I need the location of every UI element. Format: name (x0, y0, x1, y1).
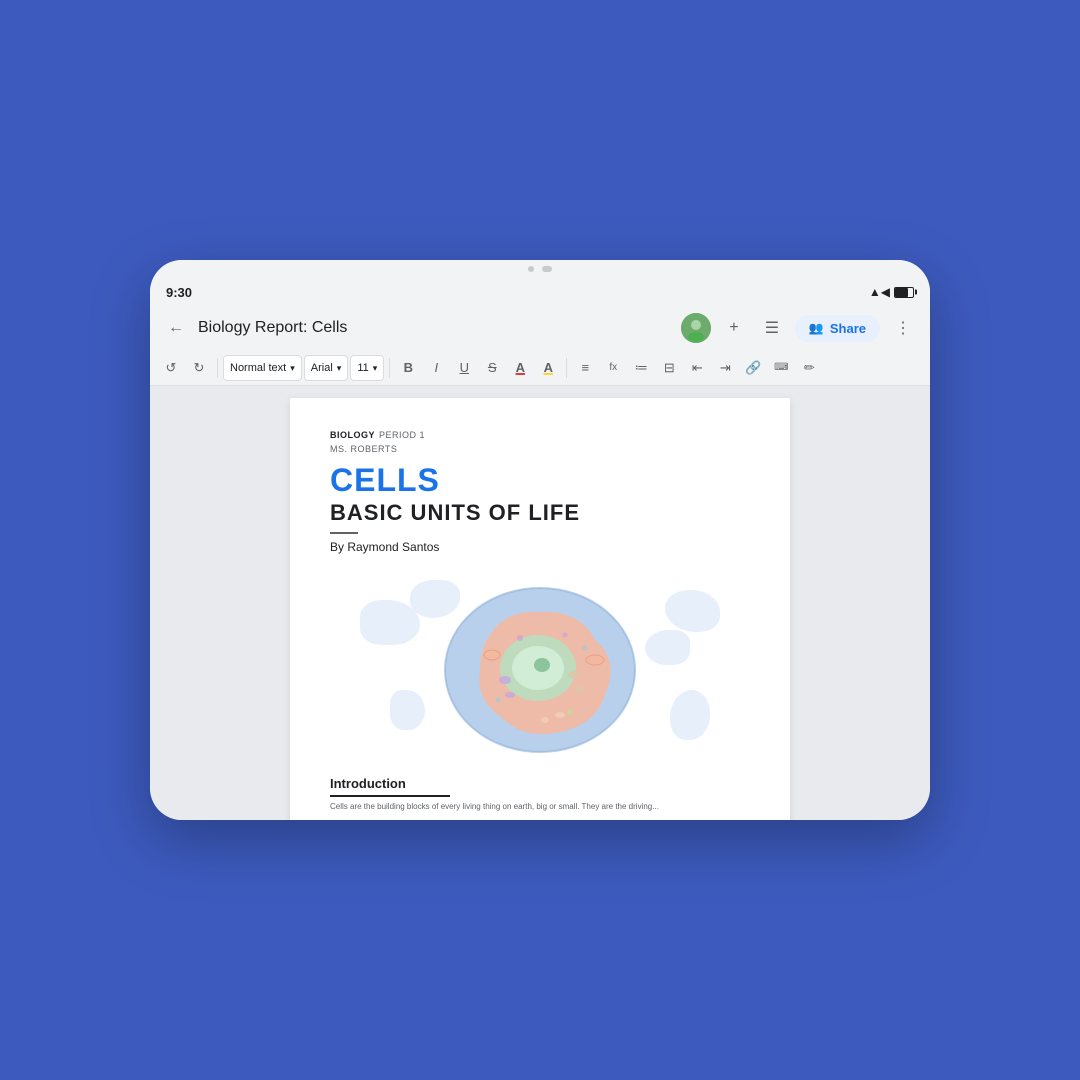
cell-diagram-svg (430, 570, 650, 755)
text-color-button[interactable]: A (507, 355, 533, 381)
back-arrow-icon: ← (168, 319, 184, 337)
doc-main-title: CELLS (330, 464, 750, 496)
toolbar-divider-2 (389, 358, 390, 378)
strikethrough-button[interactable]: S (479, 355, 505, 381)
text-color-icon: A (516, 360, 525, 375)
status-time: 9:30 (166, 285, 192, 300)
document-title: Biology Report: Cells (198, 319, 673, 337)
document-page: BIOLOGY PERIOD 1 MS. ROBERTS CELLS BASIC… (290, 398, 790, 820)
indent-increase-icon: ⇥ (720, 360, 731, 376)
pen-icon: ✏ (804, 360, 815, 376)
doc-metadata-row: BIOLOGY PERIOD 1 (330, 430, 750, 440)
font-select[interactable]: Arial (304, 355, 349, 381)
toolbar-divider-1 (217, 358, 218, 378)
align-icon: ≡ (581, 360, 589, 375)
bullet-list-icon: ≔ (635, 360, 648, 376)
avatar-image (681, 313, 711, 343)
battery-fill (895, 288, 908, 297)
italic-button[interactable]: I (423, 355, 449, 381)
toolbar-divider-3 (566, 358, 567, 378)
chevron-down-icon-2 (337, 362, 342, 374)
highlight-button[interactable]: A (535, 355, 561, 381)
align-button[interactable]: ≡ (572, 355, 598, 381)
chevron-down-icon (290, 362, 295, 374)
text-style-select[interactable]: Normal text (223, 355, 302, 381)
wifi-icon: ▲◀ (869, 285, 890, 299)
link-button[interactable]: 🔗 (740, 355, 766, 381)
more-vertical-icon: ⋮ (895, 318, 911, 338)
indent-decrease-icon: ⇤ (692, 360, 703, 376)
chevron-down-icon-3 (373, 362, 378, 374)
font-size-label: 11 (357, 362, 368, 374)
doc-subtitle: BASIC UNITS OF LIFE (330, 500, 750, 526)
document-area: BIOLOGY PERIOD 1 MS. ROBERTS CELLS BASIC… (150, 386, 930, 820)
avatar[interactable] (681, 313, 711, 343)
doc-author: By Raymond Santos (330, 540, 750, 554)
share-button[interactable]: 👥 Share (795, 315, 880, 342)
pen-button[interactable]: ✏ (796, 355, 822, 381)
share-label: Share (830, 321, 866, 336)
numbered-list-button[interactable]: ⊟ (656, 355, 682, 381)
text-style-label: Normal text (230, 362, 286, 374)
bullet-list-button[interactable]: ≔ (628, 355, 654, 381)
intro-text: Cells are the building blocks of every l… (330, 801, 750, 812)
app-header: ← Biology Report: Cells + ☰ 👥 Share (150, 306, 930, 350)
more-options-button[interactable]: ⋮ (888, 313, 918, 343)
underline-button[interactable]: U (451, 355, 477, 381)
tablet-top-bar (150, 260, 930, 278)
format-button[interactable]: fx (600, 355, 626, 381)
status-bar: 9:30 ▲◀ (150, 278, 930, 306)
tablet: 9:30 ▲◀ ← Biology Report: Cells + (150, 260, 930, 820)
cell-illustration (330, 570, 750, 760)
bold-button[interactable]: B (395, 355, 421, 381)
undo-button[interactable]: ↺ (158, 355, 184, 381)
share-icon: 👥 (809, 321, 824, 335)
indent-increase-button[interactable]: ⇥ (712, 355, 738, 381)
plus-icon: + (729, 319, 738, 337)
highlight-icon: A (544, 360, 553, 375)
link-icon: 🔗 (745, 360, 761, 376)
sensor (542, 266, 552, 272)
doc-title-divider (330, 532, 358, 534)
doc-teacher: MS. ROBERTS (330, 444, 750, 454)
doc-subject: BIOLOGY (330, 430, 375, 440)
back-button[interactable]: ← (162, 314, 190, 342)
intro-underline (330, 795, 450, 797)
chat-icon: ☰ (765, 318, 779, 338)
doc-period: PERIOD 1 (379, 430, 425, 440)
redo-button[interactable]: ↻ (186, 355, 212, 381)
numbered-list-icon: ⊟ (664, 360, 675, 376)
toolbar: ↺ ↻ Normal text Arial 11 B I U S A A ≡ f… (150, 350, 930, 386)
font-label: Arial (311, 362, 333, 374)
indent-decrease-button[interactable]: ⇤ (684, 355, 710, 381)
intro-heading: Introduction (330, 776, 750, 791)
camera-dot (528, 266, 534, 272)
status-icons: ▲◀ (869, 285, 914, 299)
accessibility-button[interactable]: ⌨ (768, 355, 794, 381)
battery-icon (894, 287, 914, 298)
font-size-select[interactable]: 11 (350, 355, 384, 381)
chat-button[interactable]: ☰ (757, 313, 787, 343)
add-collaborator-button[interactable]: + (719, 313, 749, 343)
header-actions: + ☰ 👥 Share ⋮ (681, 313, 918, 343)
